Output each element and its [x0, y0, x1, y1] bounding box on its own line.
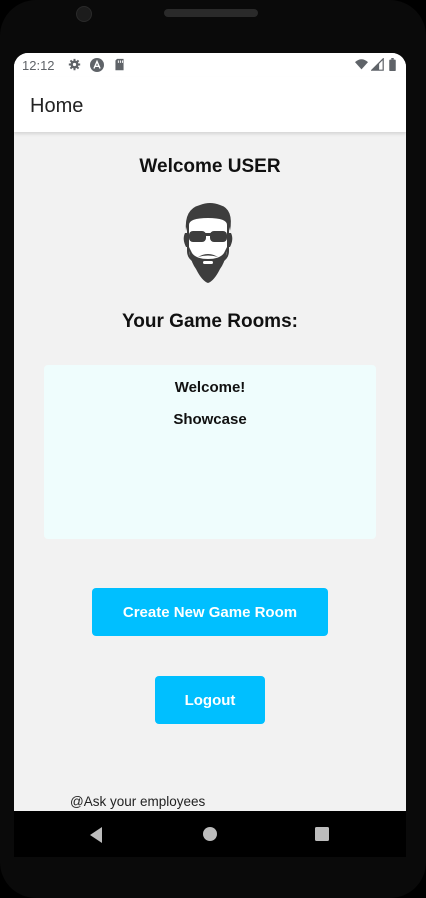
signal-icon: [371, 58, 384, 71]
footer-text: @Ask your employees: [70, 794, 206, 809]
battery-icon: [389, 58, 396, 71]
system-nav-bar: [14, 811, 406, 857]
welcome-heading: Welcome USER: [139, 156, 281, 177]
back-icon[interactable]: [88, 826, 104, 844]
room-item-welcome[interactable]: Welcome!: [44, 379, 376, 396]
sd-card-icon: [115, 58, 124, 71]
app-screen: 12:12 Home Welcome USER Your Game Rooms:…: [14, 53, 406, 811]
status-bar: 12:12: [14, 53, 406, 77]
status-time: 12:12: [22, 58, 55, 73]
earpiece-speaker: [164, 9, 258, 17]
phone-frame: 12:12 Home Welcome USER Your Game Rooms:…: [0, 0, 426, 898]
page-title: Home: [30, 95, 84, 117]
gear-icon: [68, 58, 81, 71]
rooms-heading: Your Game Rooms:: [122, 311, 298, 332]
recents-icon[interactable]: [314, 826, 330, 842]
home-icon[interactable]: [202, 826, 218, 842]
front-camera: [76, 6, 92, 22]
room-item-showcase[interactable]: Showcase: [44, 411, 376, 428]
create-game-room-button[interactable]: Create New Game Room: [92, 588, 328, 636]
app-bar: Home: [14, 77, 406, 132]
logout-button[interactable]: Logout: [155, 676, 265, 724]
game-rooms-list: Welcome! Showcase: [44, 365, 376, 539]
bearded-man-sunglasses-avatar: [183, 203, 233, 283]
wifi-icon: [355, 59, 368, 70]
a-circle-icon: [90, 58, 104, 72]
